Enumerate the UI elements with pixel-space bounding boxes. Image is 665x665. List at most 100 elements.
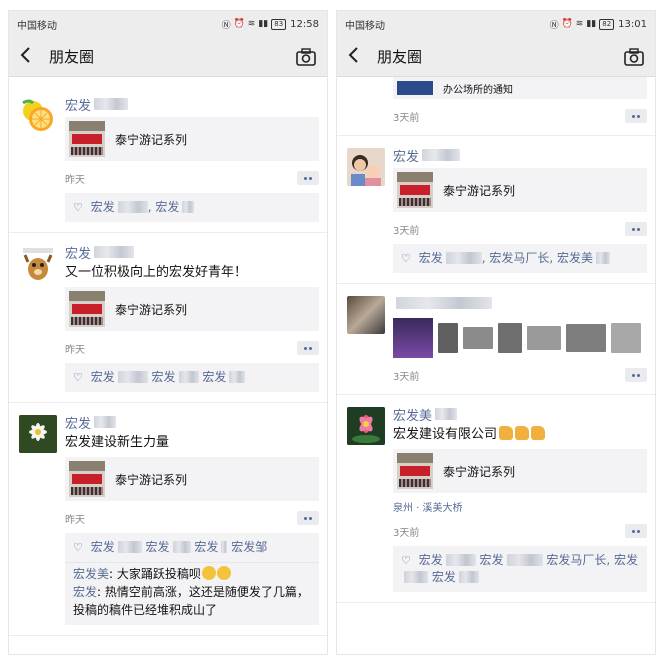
author-name[interactable]: 宏发 <box>65 413 319 432</box>
article-title: 办公场所的通知 <box>443 84 513 96</box>
avatar[interactable] <box>347 148 385 186</box>
camera-icon[interactable] <box>623 46 645 68</box>
shared-article-card[interactable]: 泰宁游记系列 <box>65 287 319 331</box>
post-meta: 3天前 <box>393 107 647 125</box>
blurred-name <box>435 408 458 420</box>
avatar[interactable] <box>19 415 57 453</box>
avatar[interactable] <box>347 296 385 334</box>
like-name[interactable]: 宏发邹 <box>231 540 267 554</box>
article-thumbnail <box>397 81 433 95</box>
author-name[interactable] <box>393 294 647 312</box>
comment-more-icon[interactable] <box>297 171 319 185</box>
like-name[interactable]: 宏发 <box>152 370 176 384</box>
comment-more-icon[interactable] <box>625 368 647 382</box>
post-location[interactable]: 泉州 · 溪美大桥 <box>393 499 647 514</box>
comment-more-icon[interactable] <box>625 109 647 123</box>
blurred-name <box>94 416 117 428</box>
status-bar: 中国移动 Ⓝ ⏰ ≋ ▮▮ 83 12:58 <box>9 11 327 37</box>
avatar[interactable] <box>19 245 57 283</box>
comment-more-icon[interactable] <box>297 341 319 355</box>
author-name[interactable]: 宏发 <box>65 243 319 262</box>
post-time: 昨天 <box>65 514 85 526</box>
carrier-label: 中国移动 <box>345 20 385 32</box>
article-title: 泰宁游记系列 <box>115 132 188 147</box>
emoji-icon <box>201 566 216 580</box>
alarm-icon: ⏰ <box>233 19 245 29</box>
like-name[interactable]: 宏发 <box>202 370 226 384</box>
likes-list: ♡ 宏发 宏发 宏发 宏发邹 <box>65 533 319 562</box>
comment-more-icon[interactable] <box>297 511 319 525</box>
left-phone-screen: 中国移动 Ⓝ ⏰ ≋ ▮▮ 83 12:58 朋友圈 宏发 泰宁游记系列 昨天 … <box>8 10 328 655</box>
like-name[interactable]: 宏发 <box>146 540 170 554</box>
comments-list: 宏发美: 大家踊跃投稿呗 宏发: 热情空前高涨，这还是随便发了几篇，投稿的稿件已… <box>65 562 319 625</box>
shared-article-card[interactable]: 办公场所的通知 <box>393 77 647 99</box>
post-time: 3天前 <box>393 371 420 383</box>
post-time: 昨天 <box>65 344 85 356</box>
like-name[interactable]: 宏发 <box>91 370 115 384</box>
alarm-icon: ⏰ <box>561 19 573 29</box>
shared-article-card[interactable]: 泰宁游记系列 <box>65 457 319 501</box>
heart-icon: ♡ <box>73 371 83 384</box>
shared-article-card[interactable]: 泰宁游记系列 <box>393 449 647 493</box>
chevron-left-icon[interactable] <box>19 45 43 69</box>
article-title: 泰宁游记系列 <box>443 464 516 479</box>
like-name[interactable]: 宏发 <box>419 251 443 265</box>
article-thumbnail <box>69 291 105 327</box>
heart-icon: ♡ <box>401 252 411 265</box>
author-name[interactable]: 宏发 <box>393 146 647 165</box>
battery-icon: 82 <box>599 18 615 30</box>
camera-icon[interactable] <box>295 46 317 68</box>
status-bar: 中国移动 Ⓝ ⏰ ≋ ▮▮ 82 13:01 <box>337 11 655 37</box>
blurred-name <box>94 246 135 258</box>
nfc-icon: Ⓝ <box>549 20 559 31</box>
like-name[interactable]: 宏发美 <box>557 251 593 265</box>
signal-icon: ▮▮ <box>258 19 269 29</box>
author-name[interactable]: 宏发 <box>65 95 319 114</box>
blurred-name <box>396 297 492 309</box>
battery-icon: 83 <box>271 18 287 30</box>
heart-icon: ♡ <box>73 201 83 214</box>
status-icons: Ⓝ ⏰ ≋ ▮▮ 83 <box>222 18 287 31</box>
like-name[interactable]: 宏发 <box>419 553 443 567</box>
post-meta: 3天前 <box>393 220 647 238</box>
heart-icon: ♡ <box>73 541 83 554</box>
comment-item[interactable]: 宏发美: 大家踊跃投稿呗 <box>73 565 311 583</box>
likes-list: ♡ 宏发, 宏发 <box>65 193 319 222</box>
avatar[interactable] <box>347 407 385 445</box>
article-thumbnail <box>69 461 105 497</box>
blurred-name <box>422 149 461 161</box>
avatar[interactable] <box>19 97 57 135</box>
moment-post: 3天前 <box>337 284 655 395</box>
chevron-left-icon[interactable] <box>347 45 371 69</box>
nav-bar: 朋友圈 <box>337 37 655 77</box>
likes-list: ♡ 宏发, 宏发马厂长, 宏发美 <box>393 244 647 273</box>
author-name[interactable]: 宏发美 <box>393 405 647 424</box>
shared-article-card[interactable]: 泰宁游记系列 <box>65 117 319 161</box>
blurred-name <box>94 98 129 110</box>
right-phone-screen: 中国移动 Ⓝ ⏰ ≋ ▮▮ 82 13:01 朋友圈 办公场所的通知 3天前 宏… <box>336 10 656 655</box>
clock: 12:58 <box>290 18 319 30</box>
post-meta: 3天前 <box>393 366 647 384</box>
post-time: 昨天 <box>65 174 85 186</box>
comment-item[interactable]: 宏发: 热情空前高涨，这还是随便发了几篇，投稿的稿件已经堆积成山了 <box>73 583 311 619</box>
post-meta: 昨天 <box>65 169 319 187</box>
likes-list: ♡ 宏发 宏发 宏发马厂长, 宏发 宏发 <box>393 546 647 592</box>
post-text: 又一位积极向上的宏发好青年！ <box>65 265 248 280</box>
like-name[interactable]: 宏发 <box>432 570 456 584</box>
like-name[interactable]: 宏发 <box>614 553 638 567</box>
carrier-label: 中国移动 <box>17 20 57 32</box>
moments-feed[interactable]: 办公场所的通知 3天前 宏发 泰宁游记系列 3天前 ♡ 宏发, 宏发马厂长, 宏… <box>337 77 655 654</box>
like-name[interactable]: 宏发 <box>91 200 115 214</box>
shared-article-card[interactable]: 泰宁游记系列 <box>393 168 647 212</box>
like-name[interactable]: 宏发马厂长 <box>489 251 549 265</box>
heart-icon: ♡ <box>401 554 411 567</box>
like-name[interactable]: 宏发 <box>155 200 179 214</box>
article-thumbnail <box>397 453 433 489</box>
moments-feed[interactable]: 宏发 泰宁游记系列 昨天 ♡ 宏发, 宏发 宏发 又一位积极向上的宏发好青年！ <box>9 85 327 654</box>
like-name[interactable]: 宏发 <box>480 553 504 567</box>
like-name[interactable]: 宏发 <box>194 540 218 554</box>
comment-more-icon[interactable] <box>625 524 647 538</box>
like-name[interactable]: 宏发马厂长, <box>546 553 610 567</box>
like-name[interactable]: 宏发 <box>91 540 115 554</box>
comment-more-icon[interactable] <box>625 222 647 236</box>
